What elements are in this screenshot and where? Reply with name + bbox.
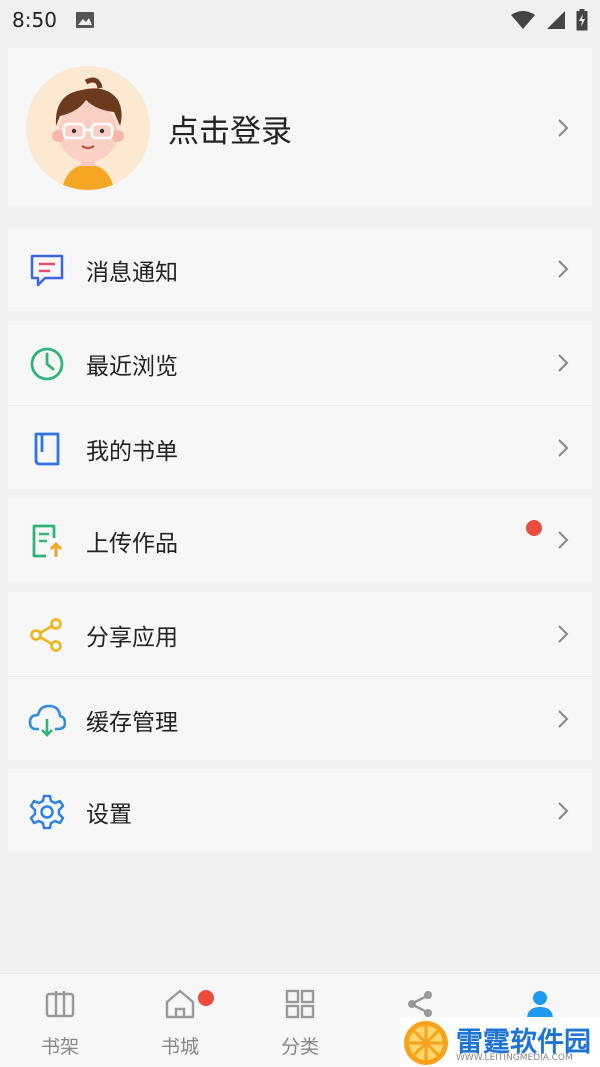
login-label[interactable]: 点击登录 <box>168 106 292 151</box>
menu-item-booklist[interactable]: 我的书单 <box>8 405 592 489</box>
menu-item-label: 分享应用 <box>86 625 178 651</box>
tab-label: 书城 <box>160 1036 199 1058</box>
tab-category[interactable]: 分类 <box>240 974 360 1067</box>
image-notification-icon <box>75 12 94 28</box>
notification-badge <box>198 990 214 1006</box>
menu-group-settings: 设置 <box>8 769 592 853</box>
menu-item-label: 缓存管理 <box>86 710 178 736</box>
menu-item-upload[interactable]: 上传作品 <box>8 498 592 582</box>
tab-bookshelf[interactable]: 书架 <box>0 974 120 1067</box>
category-icon <box>285 989 315 1019</box>
chevron-right-icon <box>558 354 569 372</box>
menu-item-label: 设置 <box>86 802 132 828</box>
status-bar: 8:50 <box>0 0 600 40</box>
tab-label: 分类 <box>280 1036 319 1058</box>
menu-item-messages[interactable]: 消息通知 <box>8 227 592 311</box>
menu-item-share[interactable]: 分享应用 <box>8 592 592 676</box>
cloud-download-icon <box>28 704 66 737</box>
chevron-right-icon <box>558 710 569 728</box>
watermark-subtitle: WWW.LEITINGMEDIA.COM <box>456 1053 573 1063</box>
user-icon <box>527 991 553 1019</box>
battery-icon <box>576 9 588 31</box>
signal-icon <box>547 11 565 29</box>
menu-group-messages: 消息通知 <box>8 227 592 311</box>
menu-item-label: 最近浏览 <box>86 354 178 380</box>
chevron-right-icon <box>558 119 569 137</box>
orange-slice-logo-icon <box>404 1021 448 1065</box>
clock-icon <box>30 347 64 381</box>
notification-badge <box>526 520 542 536</box>
share-icon <box>30 618 62 652</box>
profile-card[interactable]: 点击登录 <box>8 48 592 206</box>
menu-item-settings[interactable]: 设置 <box>8 769 592 853</box>
menu-item-label: 上传作品 <box>86 531 178 557</box>
message-icon <box>30 254 64 287</box>
booklist-icon <box>34 432 60 466</box>
menu-group-upload: 上传作品 <box>8 498 592 582</box>
chevron-right-icon <box>558 531 569 549</box>
wifi-icon <box>511 11 535 29</box>
chevron-right-icon <box>558 802 569 820</box>
menu-item-recent[interactable]: 最近浏览 <box>8 321 592 405</box>
avatar-illustration <box>26 66 150 190</box>
upload-doc-icon <box>32 524 62 558</box>
avatar[interactable] <box>26 66 150 190</box>
chevron-right-icon <box>558 625 569 643</box>
menu-item-cache[interactable]: 缓存管理 <box>8 676 592 760</box>
menu-group-tools: 分享应用 缓存管理 <box>8 592 592 760</box>
tab-bookstore[interactable]: 书城 <box>120 974 240 1067</box>
share-icon <box>408 991 432 1017</box>
chevron-right-icon <box>558 439 569 457</box>
tab-label: 书架 <box>40 1036 79 1058</box>
bookshelf-icon <box>45 991 75 1018</box>
menu-item-label: 我的书单 <box>86 439 178 465</box>
home-icon <box>165 989 195 1019</box>
menu-group-reading: 最近浏览 我的书单 <box>8 321 592 489</box>
watermark: 雷霆软件园 WWW.LEITINGMEDIA.COM <box>400 1017 600 1067</box>
menu-item-label: 消息通知 <box>86 260 178 286</box>
status-time: 8:50 <box>12 8 57 32</box>
gear-icon <box>29 794 65 830</box>
chevron-right-icon <box>558 260 569 278</box>
